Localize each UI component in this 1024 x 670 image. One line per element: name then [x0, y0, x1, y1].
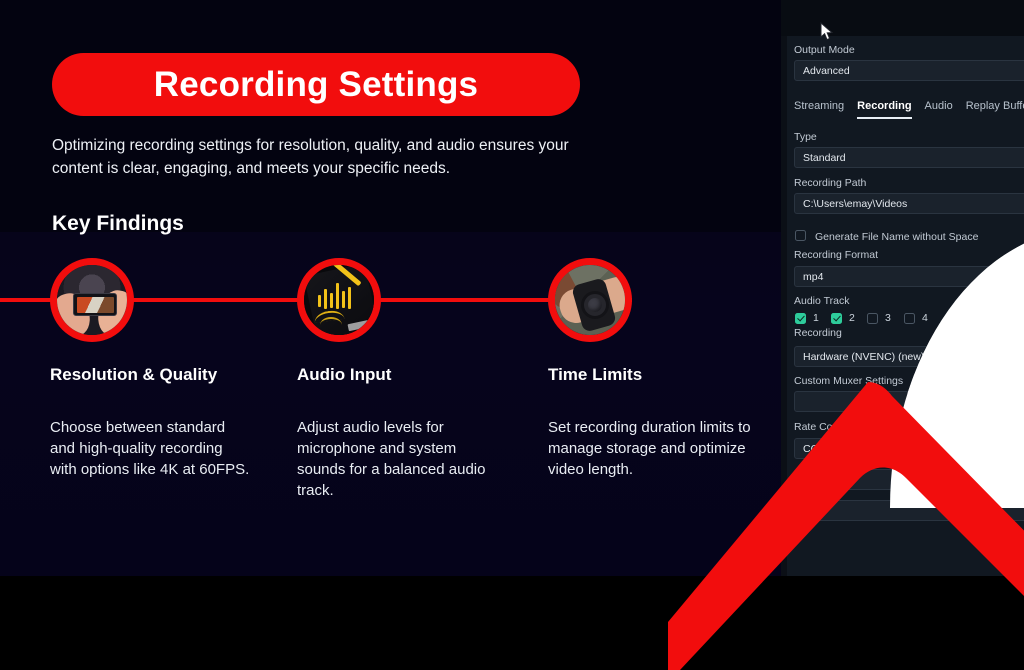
phone-recording-photo: [57, 265, 127, 335]
audio-track-label: Audio Track: [794, 295, 850, 307]
recording-encoder-label: Recording: [794, 327, 842, 339]
settings-window-titlebar: [781, 0, 1024, 36]
finding-icon-time: [548, 258, 632, 342]
finding-heading: Resolution & Quality: [50, 365, 218, 384]
tab-audio[interactable]: Audio: [925, 100, 953, 119]
audio-recorder-photo: [304, 265, 374, 335]
waveform-bar: [348, 287, 351, 309]
output-mode-label: Output Mode: [794, 44, 855, 56]
recorder-device: [304, 265, 374, 335]
generate-file-name-label: Generate File Name without Space: [815, 231, 979, 243]
type-select[interactable]: Standard: [794, 147, 1024, 168]
audio-track-1-checkbox[interactable]: [795, 313, 806, 324]
recording-path-label: Recording Path: [794, 177, 867, 189]
waveform-bar: [324, 289, 327, 309]
watch-face-icon: [581, 291, 609, 319]
waveform-bar: [318, 295, 321, 307]
waveform-bar: [330, 293, 333, 308]
watch-dial: [588, 298, 602, 312]
section-heading: Key Findings: [52, 212, 184, 235]
audio-track-2-number: 2: [849, 312, 855, 324]
finding-icon-resolution: [50, 258, 134, 342]
waveform-bar: [342, 291, 345, 308]
waveform-bar: [336, 283, 339, 309]
audio-track-4-checkbox[interactable]: [904, 313, 915, 324]
audio-track-2-checkbox[interactable]: [831, 313, 842, 324]
red-chevron-arrow: [668, 382, 1024, 670]
phone-screen: [76, 296, 114, 313]
generate-file-name-checkbox[interactable]: [795, 230, 806, 241]
tab-streaming[interactable]: Streaming: [794, 100, 844, 119]
finding-column-resolution: Resolution & Quality Choose between stan…: [50, 365, 250, 480]
audio-track-3-checkbox[interactable]: [867, 313, 878, 324]
page-title-pill: Recording Settings: [52, 53, 580, 116]
phone-icon: [73, 293, 117, 316]
finding-body: Adjust audio levels for microphone and s…: [297, 419, 486, 499]
mouse-cursor: [820, 22, 834, 41]
tab-recording[interactable]: Recording: [857, 100, 912, 119]
type-label: Type: [794, 131, 817, 143]
finding-body: Choose between standard and high-quality…: [50, 419, 250, 478]
slide-top-backdrop: [0, 0, 790, 232]
page-subtitle: Optimizing recording settings for resolu…: [52, 137, 569, 177]
recording-path-input[interactable]: C:\Users\emay\Videos: [794, 193, 1024, 214]
output-mode-select[interactable]: Advanced: [794, 60, 1024, 81]
finding-column-audio: Audio Input Adjust audio levels for micr…: [297, 365, 502, 501]
audio-track-3-number: 3: [885, 312, 891, 324]
settings-tab-bar: Streaming Recording Audio Replay Buffer: [794, 100, 1024, 119]
audio-track-1-number: 1: [813, 312, 819, 324]
audio-track-4-number: 4: [922, 312, 928, 324]
recording-format-label: Recording Format: [794, 249, 879, 261]
finding-icon-audio: [297, 258, 381, 342]
tab-replay-buffer[interactable]: Replay Buffer: [966, 100, 1024, 119]
finding-heading: Audio Input: [297, 365, 392, 384]
page-title: Recording Settings: [153, 64, 479, 104]
smartwatch-photo: [555, 265, 625, 335]
